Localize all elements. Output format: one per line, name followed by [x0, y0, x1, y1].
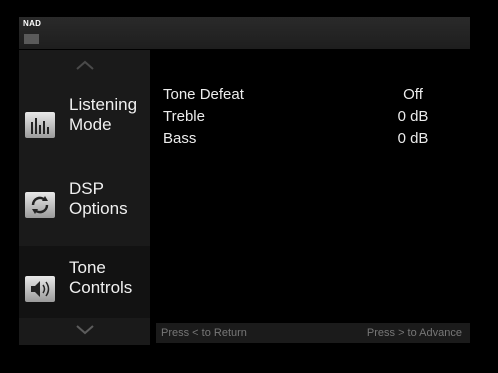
sidebar-item-tone-controls[interactable]: Tone Controls: [19, 246, 150, 318]
scroll-down-button[interactable]: [19, 322, 150, 338]
top-bar: [19, 17, 470, 49]
sidebar-item-label: Tone Controls: [69, 258, 133, 297]
osd-screen: NAD Listening Mode DSP Options Tone Cont…: [0, 0, 498, 373]
setting-value: 0 dB: [397, 130, 429, 147]
speaker-icon: [25, 276, 55, 302]
sidebar-item-label: DSP Options: [69, 179, 128, 218]
setting-name: Bass: [163, 130, 197, 147]
scroll-up-button[interactable]: [19, 58, 150, 74]
footer-hint-bar: Press < to Return Press > to Advance: [156, 323, 470, 343]
brand-logo: NAD: [23, 19, 42, 28]
cycle-icon: [25, 192, 55, 218]
setting-row-tone-defeat[interactable]: Tone Defeat Off: [163, 86, 463, 108]
return-hint: Press < to Return: [161, 327, 247, 339]
setting-value: 0 dB: [397, 108, 429, 125]
setting-row-bass[interactable]: Bass 0 dB: [163, 130, 463, 152]
setting-value: Off: [403, 86, 423, 103]
sidebar-item-listening-mode[interactable]: Listening Mode: [19, 90, 150, 158]
setting-name: Tone Defeat: [163, 86, 244, 103]
chevron-up-icon: [75, 60, 94, 70]
chevron-down-icon: [75, 325, 94, 335]
setting-row-treble[interactable]: Treble 0 dB: [163, 108, 463, 130]
settings-list: Tone Defeat Off Treble 0 dB Bass 0 dB: [163, 86, 463, 152]
bars-icon: [25, 112, 55, 138]
sidebar-item-label: Listening Mode: [69, 95, 138, 134]
advance-hint: Press > to Advance: [366, 327, 462, 339]
sidebar-item-dsp-options[interactable]: DSP Options: [19, 176, 150, 244]
brand-indicator: [24, 34, 39, 44]
setting-name: Treble: [163, 108, 205, 125]
